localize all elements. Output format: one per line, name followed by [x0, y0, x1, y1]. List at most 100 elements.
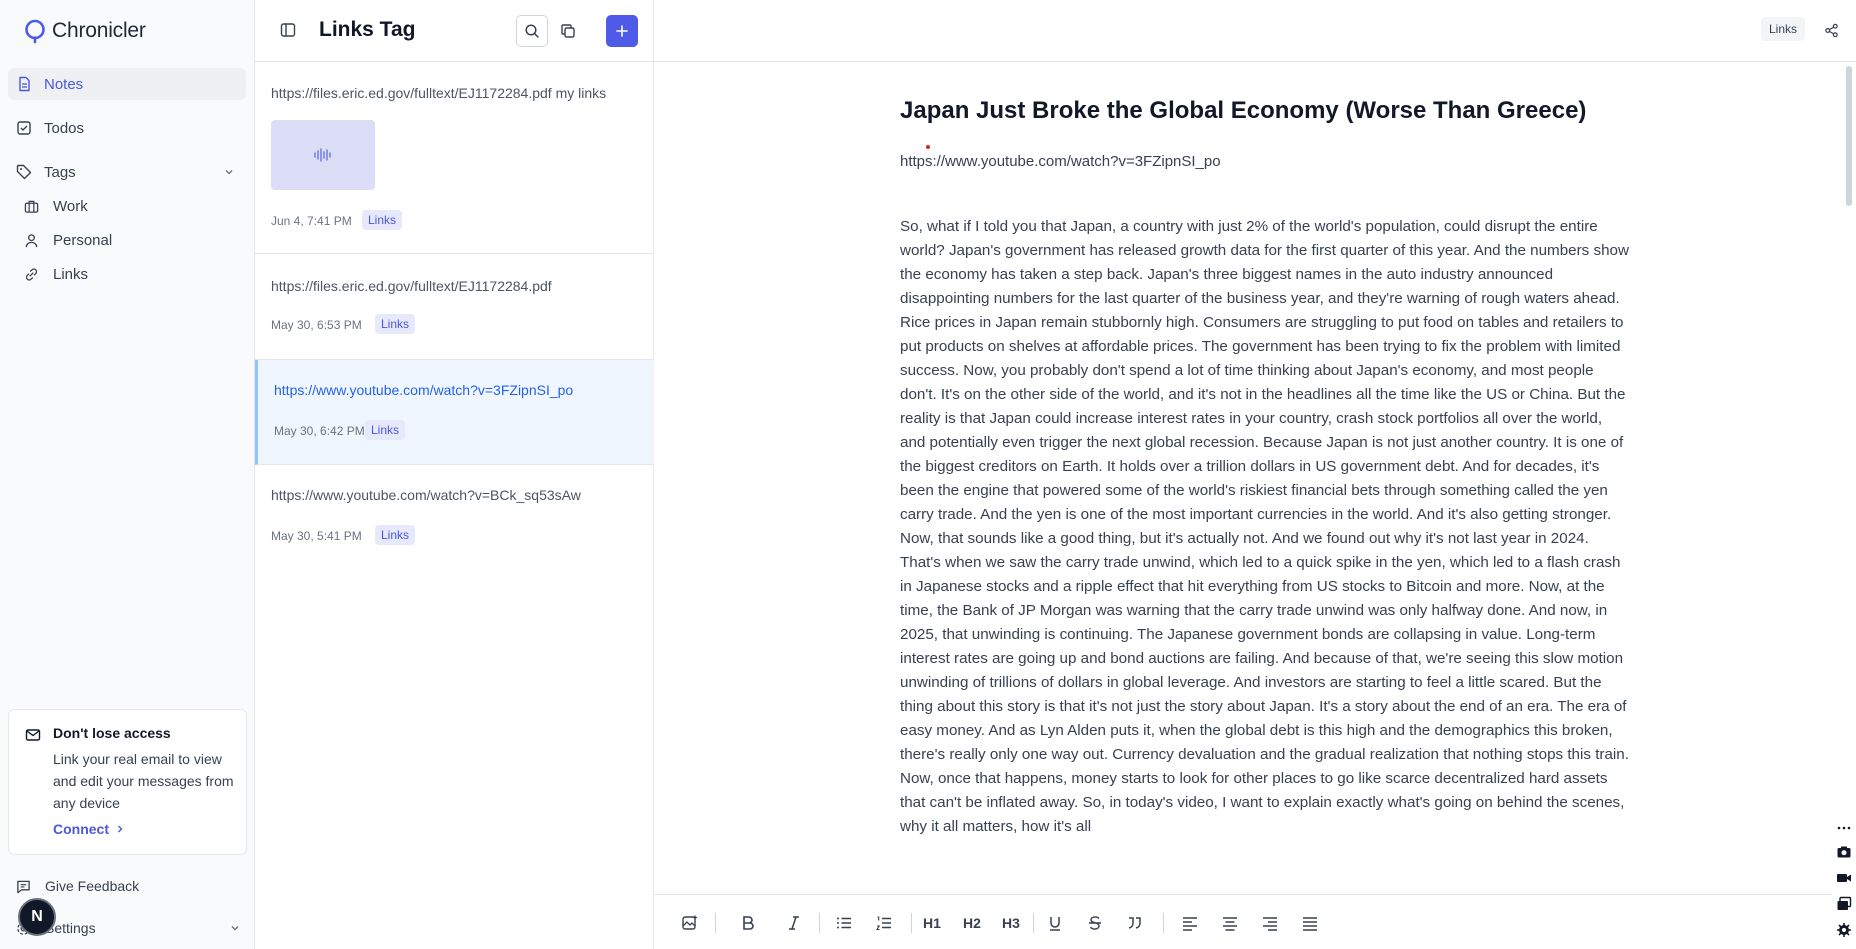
briefcase-icon: [24, 200, 39, 213]
tag-badge[interactable]: Links: [365, 420, 406, 440]
note-url: https://www.youtube.com/watch?v=BCk_sq53…: [271, 487, 581, 503]
tag-badge[interactable]: Links: [375, 314, 416, 334]
sidebar-item-label: Todos: [44, 119, 85, 137]
blockquote-button[interactable]: [1115, 909, 1155, 937]
note-body[interactable]: So, what if I told you that Japan, a cou…: [900, 215, 1630, 890]
give-feedback-button[interactable]: Give Feedback: [16, 878, 139, 894]
note-list-item[interactable]: https://files.eric.ed.gov/fulltext/EJ117…: [255, 254, 654, 360]
cursor-marker: [926, 145, 930, 149]
sidebar-item-label: Tags: [44, 163, 76, 181]
list-title: Links Tag: [319, 18, 416, 41]
bullet-list-icon: [837, 917, 851, 929]
chevron-down-icon: [231, 926, 239, 931]
floating-tools: [1832, 818, 1856, 949]
mail-icon: [25, 729, 41, 741]
numbered-list-button[interactable]: [864, 909, 904, 937]
align-justify-icon: [1303, 917, 1317, 931]
note-title[interactable]: Japan Just Broke the Global Economy (Wor…: [900, 97, 1586, 125]
heading-2-button[interactable]: H2: [952, 909, 992, 937]
numbered-list-icon: [876, 916, 891, 931]
note-tag-badge[interactable]: Links: [1761, 17, 1806, 41]
quote-icon: [1128, 917, 1141, 929]
gear-icon[interactable]: [1836, 922, 1852, 938]
heading-3-button[interactable]: H3: [991, 909, 1031, 937]
note-date: May 30, 6:42 PM: [274, 424, 365, 438]
note-date: May 30, 6:53 PM: [271, 318, 362, 332]
align-right-button[interactable]: [1250, 909, 1290, 937]
bullet-list-button[interactable]: [824, 909, 864, 937]
bold-icon: [743, 916, 754, 930]
video-icon[interactable]: [1836, 870, 1852, 886]
align-justify-button[interactable]: [1290, 909, 1330, 937]
note-date: Jun 4, 7:41 PM: [271, 214, 352, 228]
align-right-icon: [1263, 917, 1277, 931]
toolbar-separator: [1033, 913, 1034, 933]
note-url: https://files.eric.ed.gov/fulltext/EJ117…: [271, 278, 552, 294]
underline-icon: [1050, 917, 1060, 931]
strikethrough-button[interactable]: [1075, 909, 1115, 937]
tag-icon: [16, 164, 32, 180]
sidebar-item-tags[interactable]: Tags: [8, 156, 246, 188]
italic-button[interactable]: [780, 909, 808, 937]
search-icon: [525, 24, 539, 38]
more-icon[interactable]: [1836, 820, 1852, 836]
scrollbar-thumb[interactable]: [1846, 66, 1852, 206]
sidebar: Chronicler Notes Todos Tags Work Persona…: [0, 0, 255, 949]
audio-wave-icon: [314, 148, 331, 162]
link-icon: [25, 267, 38, 281]
user-icon: [25, 233, 38, 247]
note-url: https://files.eric.ed.gov/fulltext/EJ117…: [271, 85, 607, 101]
chronicler-logo-icon: [25, 19, 45, 44]
note-list-panel: Links Tag https://files.eric.ed.gov/full…: [255, 0, 654, 949]
chevron-right-icon: [118, 825, 123, 833]
note-date: May 30, 5:41 PM: [271, 529, 362, 543]
note-editor: Links Japan Just Broke the Global Econom…: [654, 0, 1856, 949]
insert-image-button[interactable]: [676, 909, 704, 937]
tag-item-personal[interactable]: Personal: [24, 226, 112, 254]
connect-link[interactable]: Connect: [53, 821, 125, 837]
heading-1-button[interactable]: H1: [912, 909, 952, 937]
sidebar-item-label: Notes: [44, 75, 84, 93]
underline-button[interactable]: [1035, 909, 1075, 937]
align-left-button[interactable]: [1170, 909, 1210, 937]
new-note-button[interactable]: [606, 15, 638, 47]
window-icon[interactable]: [1836, 896, 1852, 912]
tag-badge[interactable]: Links: [362, 210, 403, 230]
chevron-down-icon[interactable]: [222, 165, 236, 179]
plus-icon: [616, 25, 628, 37]
align-center-button[interactable]: [1210, 909, 1250, 937]
italic-icon: [789, 916, 799, 930]
feedback-label: Give Feedback: [45, 878, 140, 894]
note-icon: [19, 76, 30, 92]
sidebar-toggle-icon[interactable]: [280, 22, 296, 38]
camera-icon[interactable]: [1836, 844, 1852, 860]
note-url: https://www.youtube.com/watch?v=3FZipnSI…: [274, 382, 574, 398]
sidebar-item-todos[interactable]: Todos: [8, 112, 246, 144]
note-list-item-selected[interactable]: https://www.youtube.com/watch?v=3FZipnSI…: [255, 360, 654, 465]
search-button[interactable]: [516, 15, 548, 47]
align-left-icon: [1183, 917, 1197, 931]
bold-button[interactable]: [716, 909, 780, 937]
tag-item-label: Work: [53, 197, 88, 215]
duplicate-button[interactable]: [552, 15, 584, 47]
formatting-toolbar: H1 H2 H3: [654, 894, 1856, 949]
tag-item-work[interactable]: Work: [24, 192, 88, 220]
connect-label: Connect: [53, 821, 109, 837]
tag-badge[interactable]: Links: [375, 525, 416, 545]
dont-lose-access-card: Don't lose access Link your real email t…: [8, 709, 247, 855]
share-icon[interactable]: [1824, 23, 1839, 38]
avatar[interactable]: N: [18, 898, 56, 936]
note-list-item[interactable]: https://www.youtube.com/watch?v=BCk_sq53…: [255, 465, 654, 570]
checkbox-icon: [17, 121, 31, 135]
tag-item-label: Personal: [53, 231, 113, 249]
message-icon: [17, 880, 30, 893]
brand[interactable]: Chronicler: [22, 18, 146, 44]
audio-thumbnail[interactable]: [271, 120, 375, 190]
tag-item-label: Links: [53, 265, 89, 283]
sidebar-item-notes[interactable]: Notes: [8, 68, 246, 100]
note-link[interactable]: https://www.youtube.com/watch?v=3FZipnSI…: [900, 153, 1221, 170]
tag-item-links[interactable]: Links: [24, 260, 88, 288]
note-list-item[interactable]: https://files.eric.ed.gov/fulltext/EJ117…: [255, 63, 654, 254]
strikethrough-icon: [1089, 916, 1101, 930]
app-name: Chronicler: [52, 19, 146, 42]
